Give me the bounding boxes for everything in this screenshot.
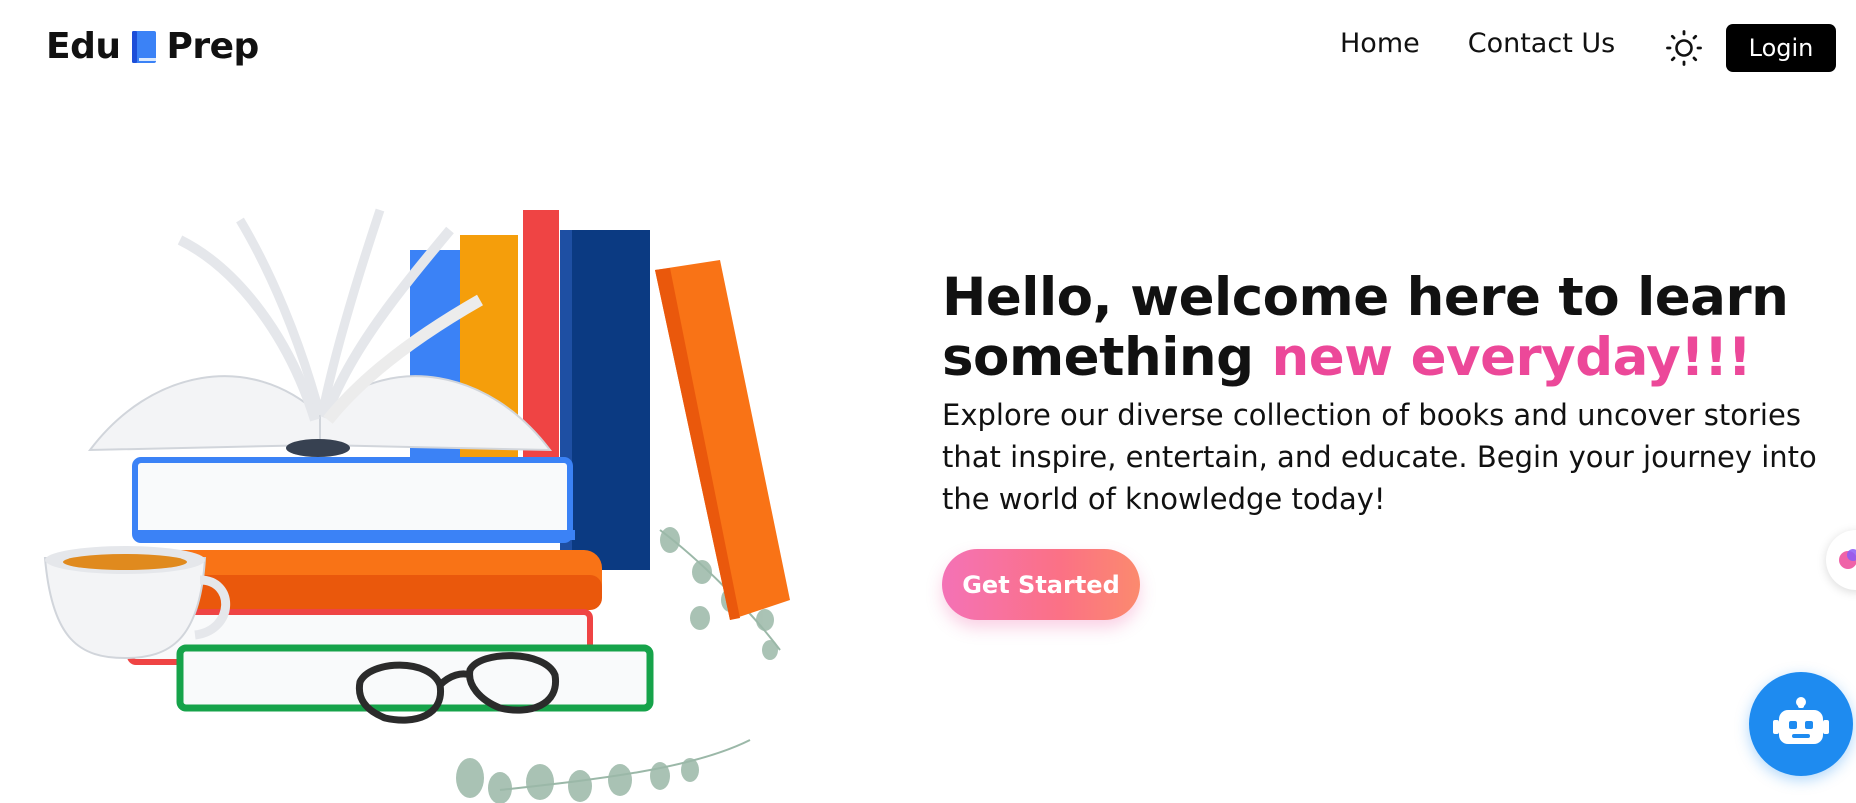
nav-home-link[interactable]: Home	[1340, 28, 1420, 59]
stack-of-books-illustration	[30, 180, 810, 803]
hero-section: Hello, welcome here to learn something n…	[942, 268, 1842, 520]
brand-text-left: Edu	[46, 26, 121, 67]
get-started-button[interactable]: Get Started	[942, 549, 1140, 620]
brand-text-right: Prep	[166, 26, 260, 67]
sun-icon[interactable]	[1664, 28, 1704, 68]
login-button[interactable]: Login	[1726, 24, 1836, 72]
robot-icon[interactable]	[1749, 672, 1853, 776]
nav-links: Home Contact Us	[1340, 28, 1615, 59]
blue-book-icon	[129, 29, 159, 65]
brain-icon[interactable]	[1826, 530, 1856, 590]
hero-title: Hello, welcome here to learn something n…	[942, 268, 1842, 388]
brand-logo[interactable]: Edu Prep	[46, 26, 259, 67]
hero-description: Explore our diverse collection of books …	[942, 398, 1817, 516]
navbar: Edu Prep Home Contact Us Login	[0, 0, 1856, 96]
hero-title-accent: new everyday!!!	[1271, 327, 1752, 388]
nav-contact-link[interactable]: Contact Us	[1468, 28, 1615, 59]
